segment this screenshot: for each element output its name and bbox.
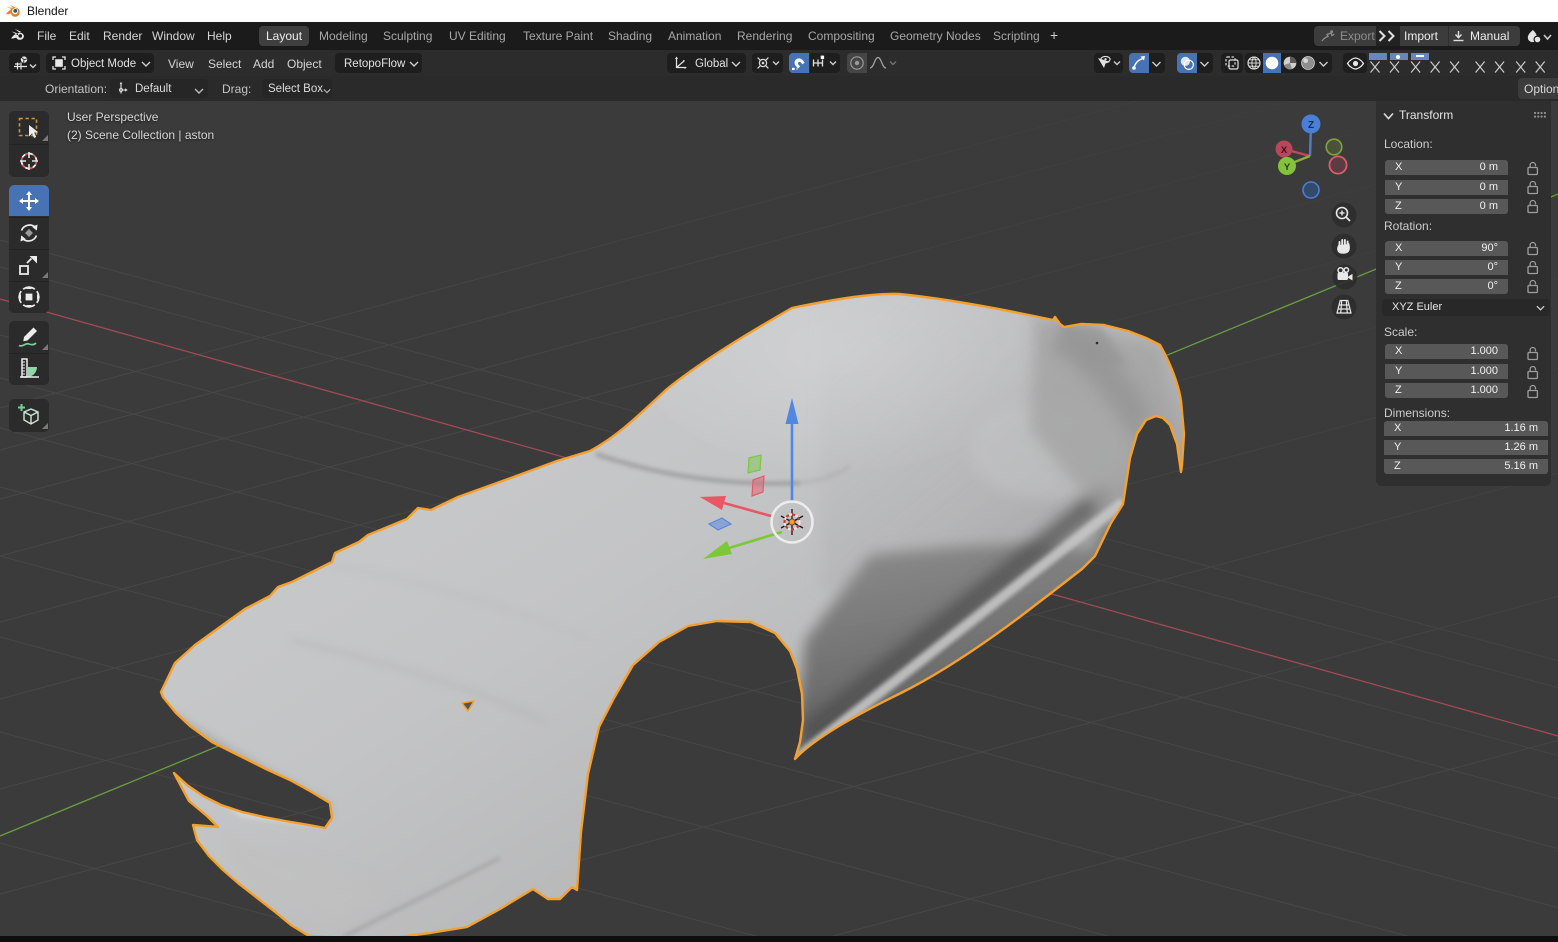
svg-text:X: X [1281, 145, 1288, 156]
svg-text:Z: Z [1308, 120, 1314, 131]
svg-text:Y: Y [1284, 162, 1291, 173]
